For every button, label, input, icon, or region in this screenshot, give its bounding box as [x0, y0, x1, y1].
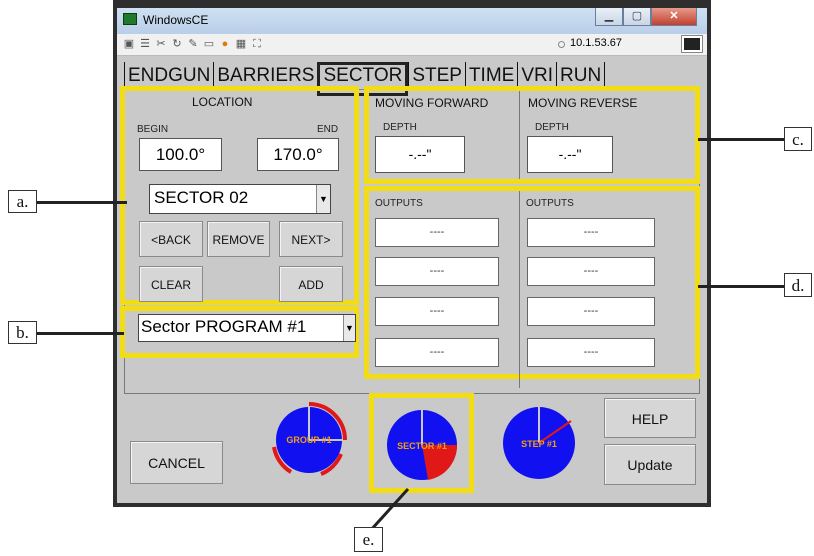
step-pie-label: STEP #1 [521, 439, 557, 449]
output-right-2[interactable]: ---- [527, 257, 655, 286]
location-title: LOCATION [192, 95, 253, 109]
outputs-left-label: OUTPUTS [375, 198, 423, 209]
chevron-down-icon[interactable]: ▼ [316, 185, 330, 213]
callout-d-line [698, 285, 784, 288]
refresh-icon[interactable]: ↻ [171, 38, 183, 50]
callout-c-line [698, 138, 784, 141]
outputs-right-label: OUTPUTS [526, 198, 574, 209]
output-right-3[interactable]: ---- [527, 297, 655, 326]
reverse-depth-input[interactable]: -.--" [527, 136, 613, 173]
output-right-4[interactable]: ---- [527, 338, 655, 367]
step-pie[interactable]: STEP #1 [501, 405, 577, 481]
window-title: WindowsCE [143, 13, 209, 27]
reverse-title: MOVING REVERSE [528, 96, 638, 110]
cancel-button[interactable]: CANCEL [130, 441, 223, 484]
connection-icon [558, 41, 565, 48]
clear-button[interactable]: CLEAR [139, 266, 203, 302]
output-left-1[interactable]: ---- [375, 218, 499, 247]
output-left-4[interactable]: ---- [375, 338, 499, 367]
callout-b-line [37, 332, 124, 335]
sector-select[interactable]: SECTOR 02 ▼ [149, 184, 331, 214]
title-bar: WindowsCE ▁ ▢ ✕ [117, 8, 707, 34]
add-button[interactable]: ADD [279, 266, 343, 302]
depth-divider [519, 91, 520, 179]
begin-label: BEGIN [137, 124, 169, 135]
signal-icon [681, 35, 703, 53]
group-pie-label: GROUP #1 [286, 435, 332, 445]
end-label: END [317, 124, 339, 135]
callout-c: c. [784, 127, 812, 151]
next-button[interactable]: NEXT> [279, 221, 343, 257]
callout-e: e. [354, 527, 383, 552]
remove-button[interactable]: REMOVE [207, 221, 270, 257]
end-input[interactable]: 170.0° [257, 138, 339, 171]
forward-depth-label: DEPTH [383, 122, 417, 133]
callout-d: d. [784, 273, 812, 297]
forward-depth-input[interactable]: -.--" [375, 136, 465, 173]
help-button[interactable]: HELP [604, 398, 696, 438]
list-icon[interactable]: ☰ [139, 38, 151, 50]
chevron-down-icon[interactable]: ▼ [343, 315, 355, 341]
folder-icon[interactable]: ▭ [203, 38, 215, 50]
group-pie[interactable]: GROUP #1 [271, 402, 347, 478]
ip-address: 10.1.53.67 [570, 37, 622, 49]
program-select[interactable]: Sector PROGRAM #1 ▼ [138, 314, 356, 342]
forward-title: MOVING FORWARD [375, 96, 489, 110]
output-left-2[interactable]: ---- [375, 257, 499, 286]
app-icon [123, 13, 137, 25]
output-left-3[interactable]: ---- [375, 297, 499, 326]
reverse-depth-label: DEPTH [535, 122, 569, 133]
back-button[interactable]: <BACK [139, 221, 203, 257]
minimize-button[interactable]: ▁ [595, 8, 623, 26]
alert-icon[interactable]: ● [219, 38, 231, 50]
begin-input[interactable]: 100.0° [139, 138, 222, 171]
outputs-divider [519, 191, 520, 388]
maximize-button[interactable]: ▢ [623, 8, 651, 26]
sector-select-value: SECTOR 02 [154, 188, 249, 207]
client-area: ENDGUN BARRIERS SECTOR STEP TIME VRI RUN… [117, 56, 707, 503]
toolbar: ▣ ☰ ✂ ↻ ✎ ▭ ● ▦ ⛶ 10.1.53.67 [117, 34, 707, 56]
close-button[interactable]: ✕ [651, 8, 697, 26]
callout-a-line [37, 201, 127, 204]
program-select-value: Sector PROGRAM #1 [141, 317, 307, 336]
fullscreen-icon[interactable]: ⛶ [251, 38, 263, 50]
paint-icon[interactable]: ✎ [187, 38, 199, 50]
output-right-1[interactable]: ---- [527, 218, 655, 247]
cut-icon[interactable]: ✂ [155, 38, 167, 50]
callout-b: b. [8, 321, 37, 344]
settings-icon[interactable]: ▦ [235, 38, 247, 50]
monitor-icon[interactable]: ▣ [123, 38, 135, 50]
sector-pie-label: SECTOR #1 [397, 441, 447, 451]
sector-pie[interactable]: SECTOR #1 [385, 408, 459, 482]
callout-a: a. [8, 190, 37, 213]
update-button[interactable]: Update [604, 444, 696, 485]
